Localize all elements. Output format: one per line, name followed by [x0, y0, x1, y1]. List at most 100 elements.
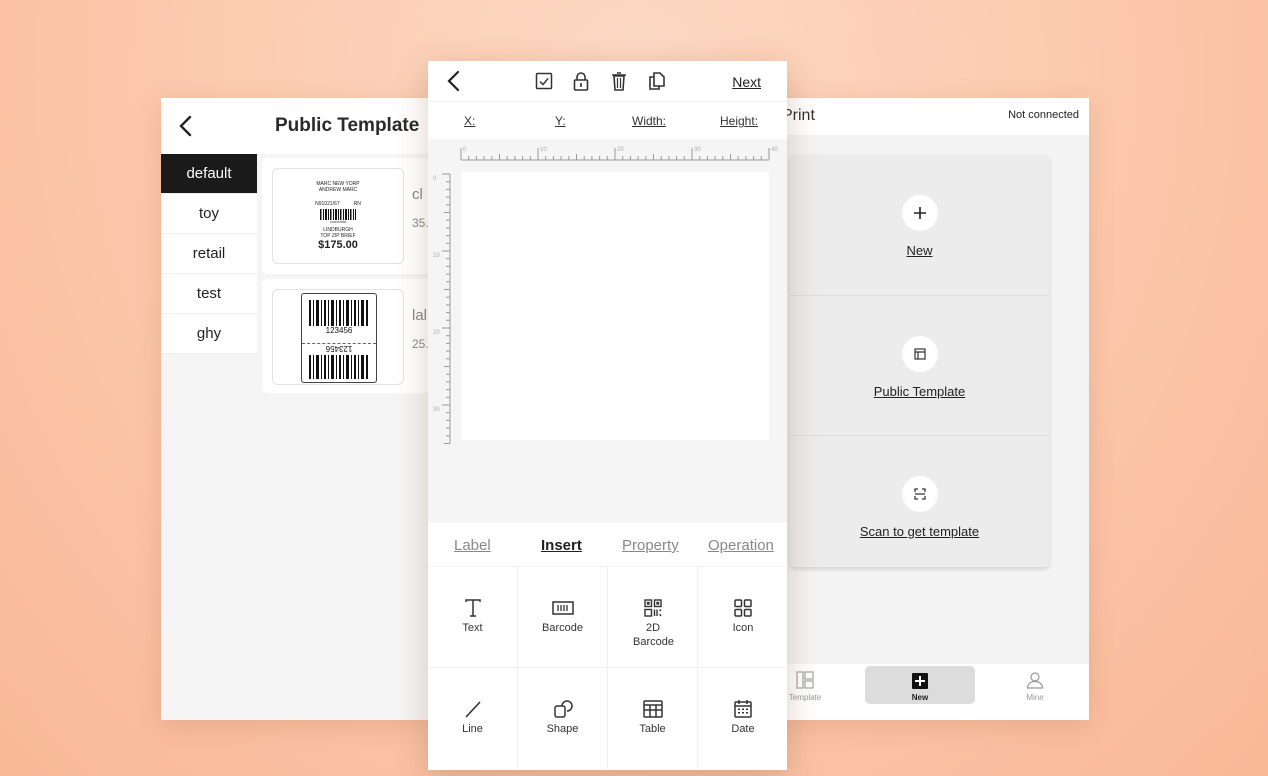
template-name: cl — [412, 186, 423, 203]
template-card[interactable]: 123456 123456 lal 25. — [262, 279, 431, 393]
next-button[interactable]: Next — [732, 74, 761, 90]
copy-icon[interactable] — [647, 71, 667, 91]
tab-mine[interactable]: Mine — [980, 666, 1089, 704]
tab-operation[interactable]: Operation — [708, 537, 774, 554]
barcode-number: 123456 — [325, 326, 353, 335]
connection-status[interactable]: Not connected — [1008, 109, 1079, 121]
insert-2d-barcode-button[interactable]: 2D Barcode — [608, 567, 698, 668]
ruler-label: 40 — [771, 147, 778, 153]
chevron-left-icon[interactable] — [446, 70, 462, 92]
insert-label: 2D Barcode — [633, 622, 674, 648]
insert-label: Text — [462, 622, 483, 634]
bottom-tab-bar: Template New Mine — [778, 664, 1089, 720]
category-item-test[interactable]: test — [161, 274, 257, 314]
tab-label: Mine — [1026, 693, 1044, 702]
template-icon — [901, 336, 938, 372]
barcode-graphic — [309, 300, 368, 326]
insert-icon-button[interactable]: Icon — [698, 567, 787, 668]
public-template-label[interactable]: Public Template — [790, 384, 1049, 399]
barcode-number: 123456 — [325, 344, 353, 353]
label-editor-screen: Next X: Y: Width: Height: 0 10 20 30 40 0 10 20… — [428, 61, 787, 770]
ruler-label: 20 — [433, 330, 440, 336]
width-field[interactable]: Width: — [632, 114, 666, 128]
plus-icon — [901, 195, 938, 231]
barcode-graphic — [309, 355, 368, 379]
line-icon — [428, 698, 517, 720]
chevron-left-icon[interactable] — [175, 114, 197, 138]
ruler-label: 0 — [433, 176, 437, 182]
text-icon — [428, 597, 517, 619]
lock-icon[interactable] — [571, 71, 591, 91]
header: Public Template — [161, 98, 431, 154]
insert-table-button[interactable]: Table — [608, 668, 698, 769]
barcode-number: 1234567890 — [329, 220, 347, 224]
insert-panel: Label Insert Property Operation Text Bar… — [428, 523, 787, 770]
tab-property[interactable]: Property — [622, 537, 679, 554]
barcode-graphic — [320, 209, 356, 220]
trash-icon[interactable] — [609, 71, 629, 91]
ruler-label: 10 — [433, 253, 440, 259]
label-canvas[interactable] — [461, 172, 769, 440]
insert-grid: Text Barcode 2D Barcode Icon Line Shape … — [428, 567, 787, 770]
tab-template[interactable]: Template — [778, 666, 860, 704]
new-action[interactable]: New — [790, 155, 1049, 295]
barcode-icon — [518, 597, 607, 619]
mode-tabs: Label Insert Property Operation — [428, 523, 787, 567]
y-field[interactable]: Y: — [555, 114, 566, 128]
public-template-screen: Public Template default toy retail test … — [161, 98, 431, 720]
insert-label: Date — [731, 723, 755, 735]
scan-action[interactable]: Scan to get template — [790, 435, 1049, 575]
qr-code-icon — [608, 597, 697, 619]
insert-barcode-button[interactable]: Barcode — [518, 567, 608, 668]
template-grid-icon — [778, 669, 860, 689]
calendar-icon — [698, 698, 787, 720]
insert-label: Icon — [732, 622, 754, 634]
tab-insert[interactable]: Insert — [541, 537, 582, 554]
category-item-toy[interactable]: toy — [161, 194, 257, 234]
ruler-label: 30 — [433, 407, 440, 413]
insert-line-button[interactable]: Line — [428, 668, 518, 769]
insert-label: Shape — [546, 723, 579, 735]
insert-label: Table — [639, 723, 666, 735]
ruler-label: 10 — [540, 147, 547, 153]
x-field[interactable]: X: — [464, 114, 475, 128]
page-title: Public Template — [275, 115, 420, 136]
canvas-area: 0 10 20 30 40 0 10 20 30 — [428, 139, 787, 523]
shape-icon — [518, 698, 607, 720]
tab-label: Template — [788, 693, 822, 702]
ruler-label: 0 — [463, 147, 467, 153]
category-item-retail[interactable]: retail — [161, 234, 257, 274]
tab-label[interactable]: Label — [454, 537, 491, 554]
height-field[interactable]: Height: — [720, 114, 758, 128]
action-card: New Public Template Scan to get template — [790, 155, 1049, 567]
coordinate-bar: X: Y: Width: Height: — [428, 101, 787, 139]
public-template-action[interactable]: Public Template — [790, 295, 1049, 435]
insert-text-button[interactable]: Text — [428, 567, 518, 668]
scan-label[interactable]: Scan to get template — [790, 524, 1049, 539]
plus-square-icon — [865, 669, 975, 689]
tag-line: ANDREW MARC — [318, 187, 358, 193]
template-thumbnail: MARC NEW YORP ANDREW MARC N91021/67 RN 1… — [272, 168, 404, 264]
template-card[interactable]: MARC NEW YORP ANDREW MARC N91021/67 RN 1… — [262, 158, 431, 274]
ruler-label: 20 — [617, 147, 624, 153]
tab-new[interactable]: New — [865, 666, 975, 704]
template-name: lal — [412, 307, 428, 324]
insert-date-button[interactable]: Date — [698, 668, 787, 769]
tab-label: New — [911, 693, 929, 702]
table-icon — [608, 698, 697, 720]
insert-shape-button[interactable]: Shape — [518, 668, 608, 769]
dual-barcode-tag: 123456 123456 — [301, 293, 377, 383]
tag-code: N91021/67 — [315, 201, 340, 207]
select-check-icon[interactable] — [534, 71, 554, 91]
new-label[interactable]: New — [790, 243, 1049, 258]
header: Print Not connected — [778, 98, 1089, 135]
category-item-ghy[interactable]: ghy — [161, 314, 257, 354]
category-list: default toy retail test ghy — [161, 154, 257, 354]
tag-price: $175.00 — [318, 239, 358, 251]
editor-toolbar: Next — [428, 61, 787, 101]
ruler-label: 30 — [694, 147, 701, 153]
template-thumbnail: 123456 123456 — [272, 289, 404, 385]
category-item-default[interactable]: default — [161, 154, 257, 194]
insert-label: Barcode — [542, 622, 583, 634]
grid-icon — [698, 597, 787, 619]
